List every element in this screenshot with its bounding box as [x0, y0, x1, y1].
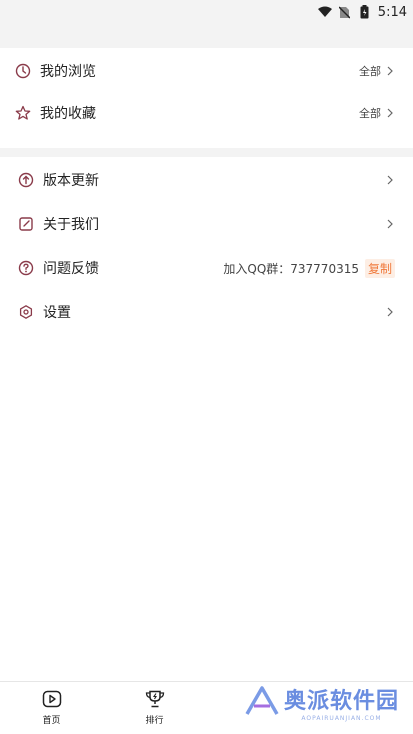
favorites-all-label: 全部	[359, 107, 381, 120]
browse-history-row[interactable]: 我的浏览 全部	[0, 50, 413, 92]
settings-section: 版本更新 关于我们 问题反馈 加入QQ群：737770315 复制 设置	[0, 157, 413, 334]
watermark-logo: 奥派软件园 AOPAIRUANJIAN.COM	[244, 683, 399, 722]
clock-icon	[14, 62, 32, 80]
version-update-label: 版本更新	[43, 173, 99, 189]
version-update-row[interactable]: 版本更新	[0, 158, 413, 202]
about-us-label: 关于我们	[43, 217, 99, 233]
nav-home-label: 首页	[42, 716, 61, 726]
clock-text: 5:14	[377, 4, 407, 20]
settings-row[interactable]: 设置	[0, 290, 413, 334]
header-area	[0, 24, 413, 48]
gear-icon	[17, 303, 35, 321]
edit-icon	[17, 215, 35, 233]
wifi-icon	[317, 5, 332, 19]
trophy-icon	[144, 690, 166, 711]
arrow-up-circle-icon	[17, 171, 35, 189]
chevron-right-icon	[385, 307, 395, 317]
star-icon	[14, 104, 32, 122]
nav-ranking[interactable]: 排行	[103, 682, 206, 734]
no-sim-icon	[338, 5, 352, 19]
chevron-right-icon	[385, 66, 395, 76]
favorites-row[interactable]: 我的收藏 全部	[0, 92, 413, 134]
battery-icon	[358, 5, 372, 19]
favorites-label: 我的收藏	[40, 106, 96, 122]
favorites-all[interactable]: 全部	[359, 105, 395, 121]
history-section: 我的浏览 全部 我的收藏 全部	[0, 48, 413, 148]
section-divider	[0, 148, 413, 157]
status-bar: 5:14	[0, 0, 413, 24]
watermark-subtitle: AOPAIRUANJIAN.COM	[301, 715, 382, 722]
feedback-label: 问题反馈	[43, 261, 99, 277]
feedback-row[interactable]: 问题反馈 加入QQ群：737770315 复制	[0, 246, 413, 290]
chevron-right-icon	[385, 219, 395, 229]
browse-history-label: 我的浏览	[40, 64, 96, 80]
nav-ranking-label: 排行	[145, 716, 164, 726]
copy-button[interactable]: 复制	[364, 258, 395, 278]
about-us-row[interactable]: 关于我们	[0, 202, 413, 246]
nav-home[interactable]: 首页	[0, 682, 103, 734]
play-icon	[42, 690, 62, 711]
chevron-right-icon	[385, 108, 395, 118]
browse-history-all-label: 全部	[359, 65, 381, 78]
settings-label: 设置	[43, 305, 71, 321]
watermark-title: 奥派软件园	[283, 689, 399, 714]
watermark-a-icon	[244, 685, 280, 720]
question-icon	[17, 259, 35, 277]
qq-group-text: 加入QQ群：737770315	[223, 261, 359, 276]
chevron-right-icon	[385, 175, 395, 185]
browse-history-all[interactable]: 全部	[359, 63, 395, 79]
